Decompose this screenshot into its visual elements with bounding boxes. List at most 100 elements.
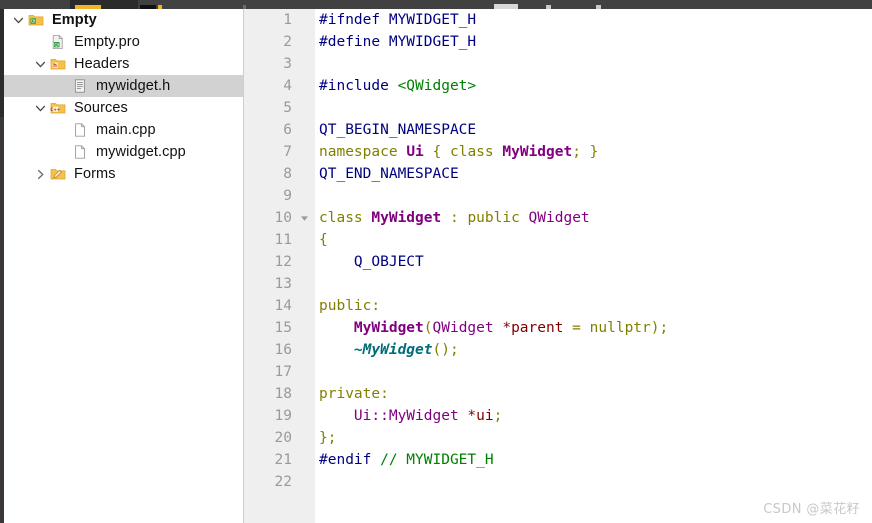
code-token: QT_BEGIN_NAMESPACE [319,122,477,138]
code-token: class [449,144,503,160]
line-number: 6 [283,122,292,138]
code-token: public [467,210,529,226]
line-number: 5 [283,100,292,116]
code-token: public [319,298,372,314]
line-number: 1 [283,12,292,28]
tree-item-sources[interactable]: C++ Sources [4,97,243,119]
project-tree-panel[interactable]: Qt Empty Qt Empty.pro h Headers mywidget.h C++ S… [4,9,243,523]
tree-item-forms[interactable]: Forms [4,163,243,185]
code-token: *parent [502,320,564,336]
code-line-text: private: [319,383,389,405]
code-token: MYWIDGET_H [388,12,477,28]
code-line-text: }; [319,427,336,449]
code-line[interactable]: 20}; [244,427,872,449]
tree-item-empty-pro[interactable]: Qt Empty.pro [4,31,243,53]
code-line[interactable]: 15 MyWidget(QWidget *parent = nullptr); [244,317,872,339]
line-number: 7 [283,144,292,160]
code-token: #include [319,78,398,94]
tree-item-headers[interactable]: h Headers [4,53,243,75]
tree-item-main-cpp[interactable]: main.cpp [4,119,243,141]
tree-item-label: main.cpp [96,122,156,138]
chevron-down-icon[interactable] [32,59,48,70]
svg-text:Qt: Qt [31,19,36,25]
code-line[interactable]: 8 QT_END_NAMESPACE [244,163,872,185]
code-token: ( [423,320,433,336]
fold-toggle-icon[interactable] [298,207,310,229]
code-line[interactable]: 2 #define MYWIDGET_H [244,31,872,53]
code-line[interactable]: 17 [244,361,872,383]
line-number: 20 [274,430,292,446]
line-number: 2 [283,34,292,50]
line-number: 21 [274,452,292,468]
tree-item-label: Headers [74,56,130,72]
code-line[interactable]: 10 class MyWidget : public QWidget [244,207,872,229]
code-line[interactable]: 6 QT_BEGIN_NAMESPACE [244,119,872,141]
code-line[interactable]: 13 [244,273,872,295]
code-line-text: #define MYWIDGET_H [319,31,476,53]
tree-item-mywidget-h[interactable]: mywidget.h [4,75,243,97]
source-file-icon [70,144,90,160]
code-token: ~MyWidget [319,342,433,358]
code-line[interactable]: 11 { [244,229,872,251]
code-line[interactable]: 4 #include <QWidget> [244,75,872,97]
tree-item-label: mywidget.h [96,78,171,94]
svg-text:Qt: Qt [54,42,59,47]
chevron-down-icon[interactable] [32,103,48,114]
code-token: MyWidget [502,144,573,160]
code-token: #define [319,34,389,50]
sources-folder-icon: C++ [48,100,68,116]
top-toolbar-strip [0,0,872,9]
line-number: 16 [274,342,292,358]
code-line-text: #ifndef MYWIDGET_H [319,9,476,31]
code-line-text: QT_BEGIN_NAMESPACE [319,119,476,141]
tree-item-label: Forms [74,166,116,182]
line-number: 18 [274,386,292,402]
chevron-down-icon[interactable] [10,15,26,26]
code-token: QWidget [432,320,494,336]
code-token: ; } [572,144,599,160]
qt-profile-file-icon: Qt [48,34,68,50]
code-line[interactable]: 3 [244,53,872,75]
code-token: private [319,386,381,402]
code-editor[interactable]: 1 #ifndef MYWIDGET_H 2 #define MYWIDGET_H 3 4… [244,9,872,523]
code-line[interactable]: 18 private: [244,383,872,405]
code-line[interactable]: 16 ~MyWidget(); [244,339,872,361]
code-line[interactable]: 14 public: [244,295,872,317]
code-token: MyWidget [353,320,424,336]
code-line-text: class MyWidget : public QWidget [319,207,590,229]
code-token: Q_OBJECT [319,254,424,270]
code-token: #ifndef [319,12,389,28]
code-line[interactable]: 1 #ifndef MYWIDGET_H [244,9,872,31]
chevron-right-icon[interactable] [32,169,48,180]
code-line-text: MyWidget(QWidget *parent = nullptr); [319,317,668,339]
code-line[interactable]: 7 namespace Ui { class MyWidget; } [244,141,872,163]
code-line[interactable]: 21 #endif // MYWIDGET_H [244,449,872,471]
line-number: 14 [274,298,292,314]
line-number: 13 [274,276,292,292]
code-token: // MYWIDGET_H [380,452,494,468]
code-token: ; [493,408,503,424]
code-line[interactable]: 19 Ui::MyWidget *ui; [244,405,872,427]
qt-folder-icon: Qt [26,12,46,28]
tree-item-label: Empty [52,12,97,28]
code-line[interactable]: 5 [244,97,872,119]
tree-item-label: mywidget.cpp [96,144,186,160]
code-line[interactable]: 12 Q_OBJECT [244,251,872,273]
line-number: 12 [274,254,292,270]
code-token: QWidget [528,210,590,226]
code-token: MyWidget [371,210,442,226]
code-token: MYWIDGET_H [388,34,477,50]
code-line-text: Ui::MyWidget *ui; [319,405,502,427]
tree-item-empty[interactable]: Qt Empty [4,9,243,31]
tree-item-label: Empty.pro [74,34,140,50]
code-line[interactable]: 9 [244,185,872,207]
code-token: *ui [467,408,494,424]
tree-item-mywidget-cpp[interactable]: mywidget.cpp [4,141,243,163]
code-token: : [380,386,389,402]
code-token: : [371,298,381,314]
line-number: 10 [274,210,292,226]
code-token: Ui [406,144,424,160]
code-line[interactable]: 22 [244,471,872,493]
